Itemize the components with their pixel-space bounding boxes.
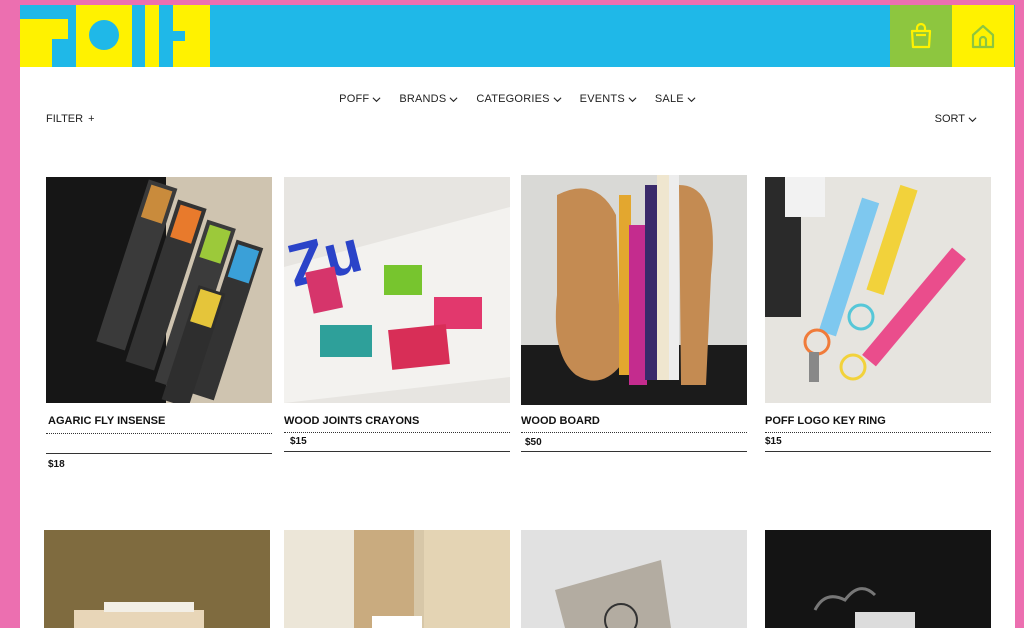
- nav-item-sale[interactable]: SALE: [655, 93, 696, 105]
- divider: [765, 432, 991, 433]
- product-price: $18: [48, 459, 65, 470]
- divider: [284, 451, 510, 452]
- home-button[interactable]: [952, 5, 1014, 67]
- filter-label: FILTER: [46, 113, 84, 125]
- divider: [46, 433, 272, 434]
- chevron-down-icon: [449, 96, 458, 102]
- nav-item-categories[interactable]: CATEGORIES: [476, 93, 562, 105]
- product-card[interactable]: AGARIC FLY INSENSE $18: [46, 177, 272, 477]
- product-card[interactable]: WOOD BOARD $50: [521, 175, 747, 455]
- nav-item-brands[interactable]: BRANDS: [399, 93, 458, 105]
- divider: [521, 432, 747, 433]
- cart-button[interactable]: [890, 5, 952, 67]
- product-price: $50: [525, 437, 542, 448]
- home-icon: [971, 24, 995, 49]
- product-name[interactable]: POFF LOGO KEY RING: [765, 415, 886, 427]
- product-image[interactable]: [765, 177, 991, 403]
- divider: [521, 451, 747, 452]
- main-nav: POFF BRANDS CATEGORIES EVENTS SALE: [20, 93, 1015, 105]
- nav-item-label: POFF: [339, 93, 370, 105]
- nav-item-label: SALE: [654, 93, 684, 105]
- product-image[interactable]: [521, 530, 747, 628]
- product-price: $15: [765, 436, 782, 447]
- chevron-down-icon: [553, 96, 562, 102]
- divider: [46, 453, 272, 454]
- sort-button[interactable]: SORT: [935, 113, 977, 125]
- nav-item-poff[interactable]: POFF: [339, 93, 381, 105]
- divider: [765, 451, 991, 452]
- product-name[interactable]: WOOD JOINTS CRAYONS: [284, 415, 419, 427]
- filter-button[interactable]: FILTER +: [46, 113, 95, 125]
- product-image[interactable]: [44, 530, 270, 628]
- product-image[interactable]: [765, 530, 991, 628]
- chevron-down-icon: [628, 96, 637, 102]
- product-image[interactable]: [521, 175, 747, 405]
- nav-item-label: CATEGORIES: [476, 93, 550, 105]
- product-image[interactable]: [46, 177, 272, 403]
- header-bar: [20, 5, 1015, 67]
- nav-item-label: EVENTS: [579, 93, 625, 105]
- plus-icon: +: [88, 113, 95, 125]
- nav-item-label: BRANDS: [399, 93, 447, 105]
- chevron-down-icon: [687, 96, 696, 102]
- product-price: $15: [290, 436, 307, 447]
- product-image[interactable]: [284, 530, 510, 628]
- shopping-bag-icon: [910, 22, 932, 49]
- nav-item-events[interactable]: EVENTS: [580, 93, 637, 105]
- product-card[interactable]: POFF LOGO KEY RING $15: [765, 177, 991, 457]
- product-image[interactable]: Zu: [284, 177, 510, 403]
- chevron-down-icon: [968, 116, 977, 122]
- page-frame: POFF BRANDS CATEGORIES EVENTS SALE FILTE…: [20, 5, 1015, 628]
- product-name[interactable]: WOOD BOARD: [521, 415, 600, 427]
- divider: [284, 432, 510, 433]
- sort-label: SORT: [934, 113, 965, 125]
- product-name[interactable]: AGARIC FLY INSENSE: [48, 415, 165, 427]
- product-card[interactable]: Zu WOOD JOINTS CRAYONS $15: [284, 177, 510, 457]
- chevron-down-icon: [372, 96, 381, 102]
- poff-logo[interactable]: [20, 5, 210, 67]
